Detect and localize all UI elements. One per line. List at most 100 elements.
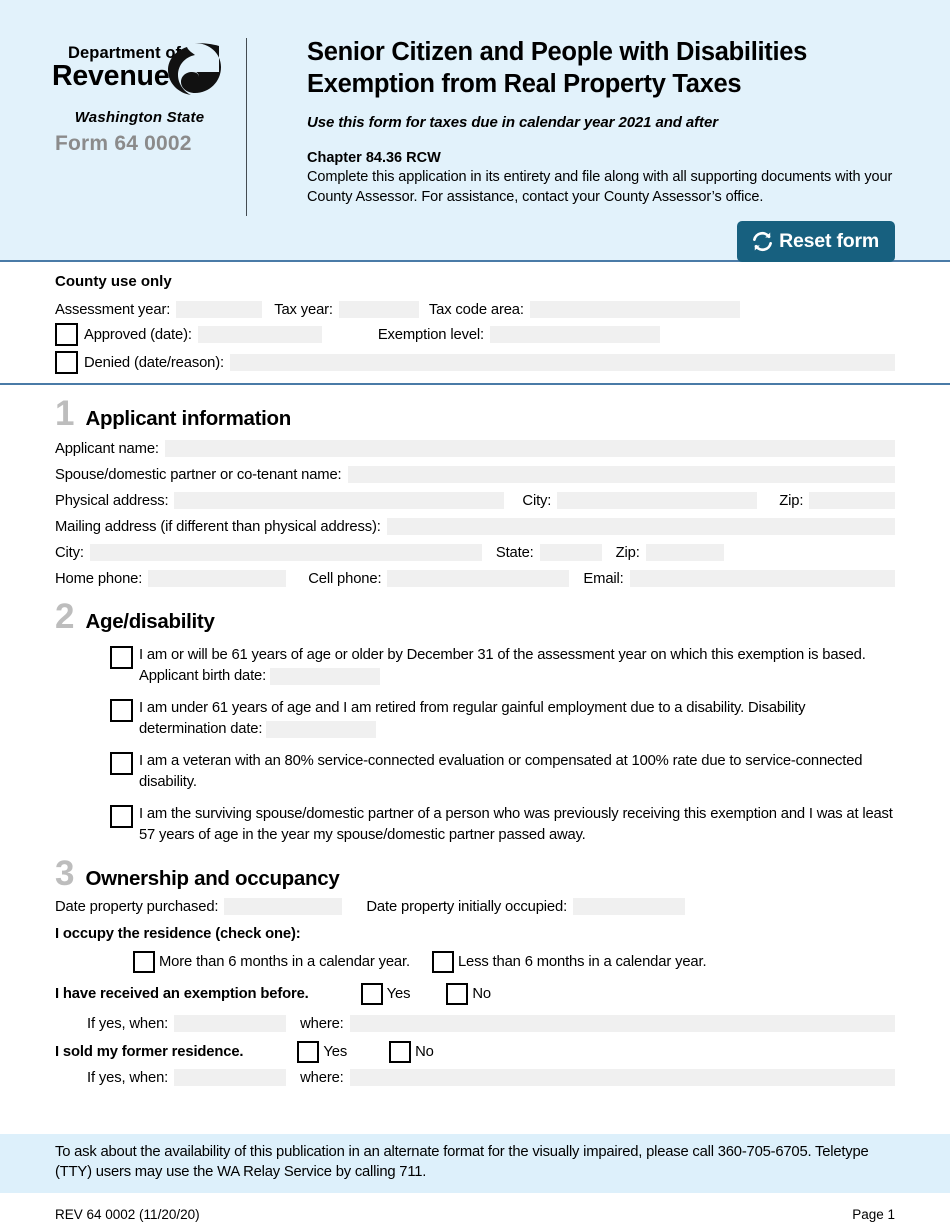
- county-year-row: Assessment year: Tax year: Tax code area…: [55, 301, 895, 318]
- county-denied-row: Denied (date/reason):: [55, 351, 895, 374]
- exemption-before-row: I have received an exemption before. Yes…: [55, 983, 895, 1005]
- refresh-circle-icon: [750, 229, 775, 254]
- applicant-birth-date-input[interactable]: [270, 667, 381, 685]
- physical-address-row: Physical address: City: Zip:: [55, 492, 895, 509]
- mailing-city-input[interactable]: [89, 544, 482, 561]
- age-option-row: I am a veteran with an 80% service-conne…: [110, 751, 895, 793]
- section-3-title: Ownership and occupancy: [85, 867, 340, 890]
- tax-year-label: Tax year:: [274, 301, 333, 318]
- tax-code-area-input[interactable]: [529, 301, 740, 318]
- date-purchased-input[interactable]: [224, 898, 343, 915]
- email-input[interactable]: [629, 570, 895, 587]
- instructions-text: Complete this application in its entiret…: [307, 168, 893, 205]
- revenue-swirl-icon: [165, 41, 223, 99]
- exemption-level-label: Exemption level:: [377, 326, 484, 343]
- home-phone-input[interactable]: [148, 570, 287, 587]
- email-label: Email:: [583, 570, 624, 587]
- sold-where-input[interactable]: [349, 1069, 895, 1086]
- physical-zip-input[interactable]: [809, 492, 895, 509]
- assessment-year-input[interactable]: [176, 301, 263, 318]
- physical-address-input[interactable]: [174, 492, 505, 509]
- mailing-city-label: City:: [55, 544, 84, 561]
- page-header: Department of Revenue Washington State F…: [0, 0, 950, 262]
- tax-year-input[interactable]: [338, 301, 419, 318]
- denied-label: Denied (date/reason):: [84, 354, 224, 371]
- date-occupied-input[interactable]: [573, 898, 686, 915]
- denied-reason-input[interactable]: [229, 354, 895, 371]
- sold-residence-row: I sold my former residence. Yes No: [55, 1041, 895, 1063]
- age-61-or-older-checkbox[interactable]: [110, 646, 133, 669]
- tax-code-area-label: Tax code area:: [428, 301, 524, 318]
- approved-label: Approved (date):: [84, 326, 192, 343]
- sold-where-label: where:: [300, 1069, 344, 1086]
- cell-phone-input[interactable]: [387, 570, 570, 587]
- section-2-number: 2: [55, 597, 75, 636]
- under-61-disability-text: I am under 61 years of age and I am reti…: [139, 700, 806, 737]
- sold-when-input[interactable]: [174, 1069, 287, 1086]
- page-subtitle: Use this form for taxes due in calendar …: [307, 113, 718, 131]
- exemption-when-input[interactable]: [174, 1015, 287, 1032]
- page-title: Senior Citizen and People with Disabilit…: [307, 38, 808, 99]
- mailing-address-row: Mailing address (if different than physi…: [55, 518, 895, 535]
- mailing-address-label: Mailing address (if different than physi…: [55, 518, 381, 535]
- more-than-6-months-checkbox[interactable]: [133, 951, 155, 973]
- exemption-where-input[interactable]: [349, 1015, 895, 1032]
- exemption-where-label: where:: [300, 1015, 344, 1032]
- physical-city-input[interactable]: [557, 492, 758, 509]
- mailing-state-input[interactable]: [539, 544, 602, 561]
- agency-logo: Department of Revenue Washington State: [52, 41, 237, 126]
- denied-checkbox[interactable]: [55, 351, 78, 374]
- date-occupied-label: Date property initially occupied:: [366, 898, 568, 915]
- physical-address-label: Physical address:: [55, 492, 169, 509]
- mailing-address-input[interactable]: [386, 518, 895, 535]
- approved-checkbox[interactable]: [55, 323, 78, 346]
- exemption-before-yes-checkbox[interactable]: [360, 983, 383, 1005]
- under-61-disability-label: I am under 61 years of age and I am reti…: [139, 698, 895, 740]
- exemption-level-input[interactable]: [490, 326, 660, 343]
- applicant-name-row: Applicant name:: [55, 440, 895, 457]
- footer-bar: REV 64 0002 (11/20/20) Page 1: [0, 1207, 950, 1222]
- applicant-name-input[interactable]: [164, 440, 895, 457]
- disability-determination-date-input[interactable]: [266, 720, 377, 738]
- sold-residence-no-label: No: [415, 1044, 434, 1060]
- under-61-disability-checkbox[interactable]: [110, 699, 133, 722]
- county-use-title: County use only: [55, 273, 172, 290]
- less-than-6-months-checkbox[interactable]: [431, 951, 454, 973]
- page-number: Page 1: [852, 1207, 895, 1222]
- mailing-state-label: State:: [495, 544, 534, 561]
- ownership-occupancy-section: 3 Ownership and occupancy Date property …: [0, 846, 950, 1086]
- physical-zip-label: Zip:: [779, 492, 804, 509]
- surviving-spouse-checkbox[interactable]: [110, 805, 133, 828]
- applicant-name-label: Applicant name:: [55, 440, 159, 457]
- property-dates-row: Date property purchased: Date property i…: [55, 898, 895, 915]
- logo-revenue-text: Revenue: [52, 60, 170, 92]
- exemption-when-where-row: If yes, when: where:: [55, 1015, 895, 1032]
- sold-residence-no-checkbox[interactable]: [389, 1041, 412, 1063]
- sold-residence-yes-checkbox[interactable]: [297, 1041, 320, 1063]
- spouse-name-label: Spouse/domestic partner or co-tenant nam…: [55, 466, 342, 483]
- mailing-zip-input[interactable]: [645, 544, 724, 561]
- reset-form-button[interactable]: Reset form: [737, 221, 895, 262]
- accessibility-notice: To ask about the availability of this pu…: [0, 1134, 950, 1193]
- assessment-year-label: Assessment year:: [55, 301, 171, 318]
- exemption-before-no-checkbox[interactable]: [446, 983, 469, 1005]
- veteran-disability-checkbox[interactable]: [110, 752, 133, 775]
- section-1-number: 1: [55, 394, 75, 433]
- phone-email-row: Home phone: Cell phone: Email:: [55, 570, 895, 587]
- age-disability-section: 2 Age/disability I am or will be 61 year…: [0, 587, 950, 846]
- exemption-before-label: I have received an exemption before.: [55, 986, 309, 1002]
- exemption-before-yes-label: Yes: [386, 986, 411, 1002]
- mailing-city-row: City: State: Zip:: [55, 544, 895, 561]
- spouse-name-input[interactable]: [347, 466, 895, 483]
- section-2-title: Age/disability: [85, 610, 215, 633]
- more-than-6-months-label: More than 6 months in a calendar year.: [159, 954, 410, 970]
- section-1-title: Applicant information: [85, 407, 291, 430]
- reset-form-label: Reset form: [779, 230, 879, 252]
- occupy-prompt-label: I occupy the residence (check one):: [55, 926, 301, 942]
- chapter-reference: Chapter 84.36 RCW: [307, 149, 441, 166]
- sold-when-label: If yes, when:: [87, 1069, 169, 1086]
- cell-phone-label: Cell phone:: [308, 570, 382, 587]
- physical-city-label: City:: [522, 492, 552, 509]
- approved-date-input[interactable]: [197, 326, 322, 343]
- age-option-row: I am the surviving spouse/domestic partn…: [110, 804, 895, 846]
